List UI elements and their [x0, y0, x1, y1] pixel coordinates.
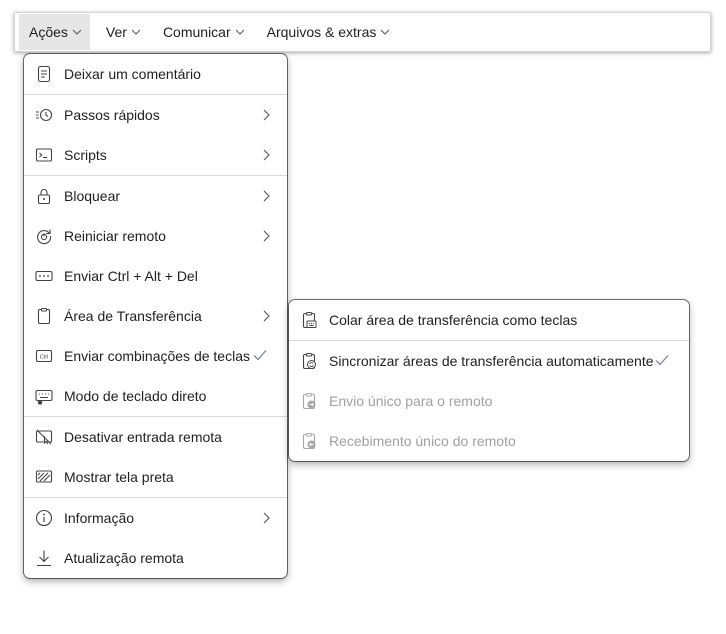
menu-item-enviar-combinacoes-teclas[interactable]: Ctrl Enviar combinações de teclas: [24, 336, 287, 376]
clipboard-receive-icon: [300, 432, 318, 450]
clipboard-keys-icon: [300, 311, 318, 329]
menu-item-label: Enviar combinações de teclas: [64, 348, 250, 364]
submenu-item-colar-como-teclas[interactable]: Colar área de transferência como teclas: [289, 300, 689, 340]
menu-item-mostrar-tela-preta[interactable]: Mostrar tela preta: [24, 457, 287, 497]
menu-item-label: Scripts: [64, 147, 107, 163]
lock-icon: [35, 187, 53, 205]
menu-bar: Ações Ver Comunicar Arquivos & extras: [14, 12, 711, 52]
submenu-item-envio-unico[interactable]: Envio único para o remoto: [289, 381, 689, 421]
submenu-item-sincronizar-automaticamente[interactable]: Sincronizar áreas de transferência autom…: [289, 341, 689, 381]
chevron-down-icon: [72, 29, 82, 35]
info-icon: [35, 509, 53, 527]
black-screen-icon: [35, 468, 53, 486]
menu-item-informacao[interactable]: Informação: [24, 498, 287, 538]
menu-item-label: Mostrar tela preta: [64, 469, 174, 485]
download-icon: [35, 549, 53, 567]
menu-item-modo-teclado-direto[interactable]: Modo de teclado direto: [24, 376, 287, 416]
menu-item-bloquear[interactable]: Bloquear: [24, 176, 287, 216]
menubar-item-acoes[interactable]: Ações: [19, 14, 90, 50]
clipboard-icon: [35, 307, 53, 325]
menu-item-label: Reiniciar remoto: [64, 228, 166, 244]
chevron-right-icon: [261, 309, 271, 323]
ctrl-key-icon: Ctrl: [35, 347, 53, 365]
submenu-item-recebimento-unico[interactable]: Recebimento único do remoto: [289, 421, 689, 461]
menubar-item-label: Ações: [29, 24, 68, 40]
menu-item-reiniciar-remoto[interactable]: Reiniciar remoto: [24, 216, 287, 256]
chevron-right-icon: [261, 229, 271, 243]
menu-item-label: Modo de teclado direto: [64, 388, 207, 404]
quick-steps-icon: [35, 106, 53, 124]
menu-item-area-de-transferencia[interactable]: Área de Transferência: [24, 296, 287, 336]
menu-item-label: Desativar entrada remota: [64, 429, 222, 445]
menu-item-label: Enviar Ctrl + Alt + Del: [64, 268, 198, 284]
menu-item-label: Informação: [64, 510, 135, 526]
keyboard-icon: [35, 267, 53, 285]
restart-icon: [35, 227, 53, 245]
clipboard-send-icon: [300, 392, 318, 410]
menu-item-label: Área de Transferência: [64, 308, 202, 324]
menu-item-scripts[interactable]: Scripts: [24, 135, 287, 175]
menu-item-passos-rapidos[interactable]: Passos rápidos: [24, 95, 287, 135]
menu-item-atualizacao-remota[interactable]: Atualização remota: [24, 538, 287, 578]
menu-item-label: Colar área de transferência como teclas: [329, 312, 578, 328]
menu-item-label: Sincronizar áreas de transferência autom…: [329, 353, 654, 369]
menu-item-label: Passos rápidos: [64, 107, 160, 123]
comment-note-icon: [35, 65, 53, 83]
disable-input-icon: [35, 428, 53, 446]
menubar-item-comunicar[interactable]: Comunicar: [155, 13, 251, 51]
clipboard-submenu: Colar área de transferência como teclas …: [289, 300, 689, 461]
terminal-icon: [35, 146, 53, 164]
checkmark-icon: [253, 349, 267, 361]
menubar-item-ver[interactable]: Ver: [98, 13, 147, 51]
chevron-down-icon: [131, 29, 141, 35]
menu-item-desativar-entrada-remota[interactable]: Desativar entrada remota: [24, 417, 287, 457]
menu-item-label: Deixar um comentário: [64, 66, 201, 82]
chevron-down-icon: [380, 29, 390, 35]
menu-item-label: Envio único para o remoto: [329, 393, 493, 409]
menu-item-enviar-ctrl-alt-del[interactable]: Enviar Ctrl + Alt + Del: [24, 256, 287, 296]
chevron-down-icon: [235, 29, 245, 35]
menu-item-label: Bloquear: [64, 188, 121, 204]
chevron-right-icon: [261, 108, 271, 122]
menu-item-label: Atualização remota: [64, 550, 184, 566]
svg-text:Ctrl: Ctrl: [40, 354, 49, 360]
chevron-right-icon: [261, 148, 271, 162]
checkmark-icon: [655, 354, 669, 366]
direct-keyboard-icon: [35, 387, 53, 405]
clipboard-sync-icon: [300, 352, 318, 370]
menubar-item-arquivos-extras[interactable]: Arquivos & extras: [259, 13, 397, 51]
chevron-right-icon: [261, 189, 271, 203]
actions-menu: Deixar um comentário Passos rápidos Scri…: [24, 54, 287, 578]
menu-item-deixar-comentario[interactable]: Deixar um comentário: [24, 54, 287, 94]
menubar-item-label: Ver: [105, 24, 127, 40]
menu-item-label: Recebimento único do remoto: [329, 433, 516, 449]
chevron-right-icon: [261, 511, 271, 525]
menubar-item-label: Comunicar: [162, 24, 231, 40]
menubar-item-label: Arquivos & extras: [266, 24, 377, 40]
